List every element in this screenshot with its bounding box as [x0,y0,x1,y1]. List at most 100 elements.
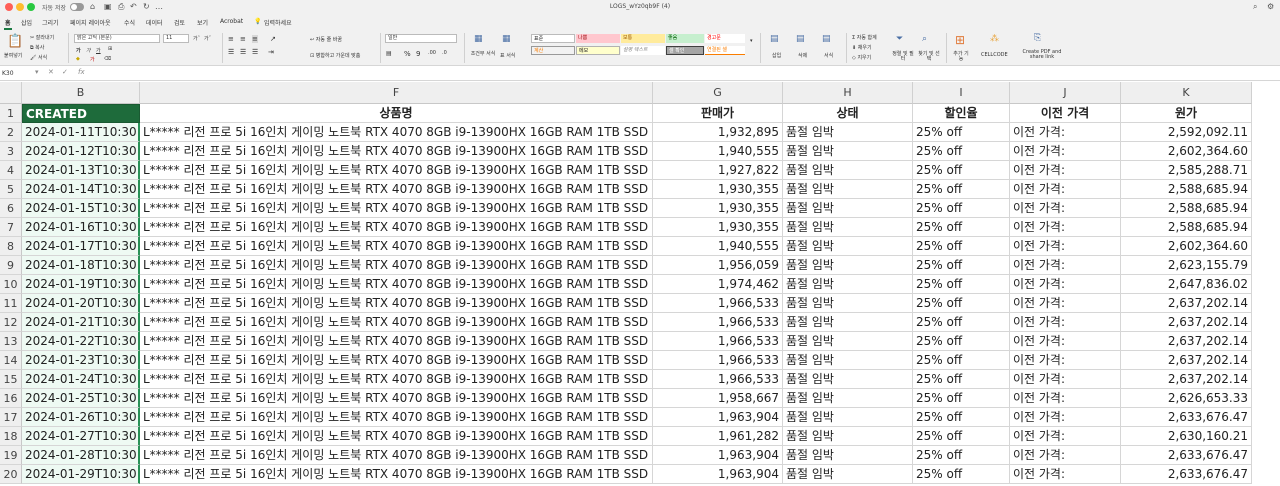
conditional-format-button[interactable]: 조건부 서식 [470,52,496,57]
cell-created[interactable]: 2024-01-21T10:30 [22,313,140,332]
header-cell-previous-price[interactable]: 이전 가격 [1010,104,1121,123]
row-header[interactable]: 12 [0,313,22,332]
header-cell-sale-price[interactable]: 판매가 [653,104,783,123]
cellcode-button[interactable]: CELLCODE [981,52,1008,58]
header-cell-created[interactable]: CREATED [22,104,140,123]
font-name-select[interactable]: 맑은 고딕 (본문) [74,34,160,43]
cell-discount-rate[interactable]: 25% off [913,446,1010,465]
cell-previous-price[interactable]: 이전 가격: [1010,427,1121,446]
cell-status[interactable]: 품절 임박 [783,294,913,313]
font-grow-icon[interactable]: 가ˆ [193,35,200,42]
format-cells-button[interactable]: 서식 [824,52,833,59]
increase-decimal-icon[interactable]: .00 [428,50,436,56]
create-pdf-button[interactable]: Create PDF and share link [1020,50,1064,60]
cell-product-name[interactable]: L***** 리전 프로 5i 16인치 게이밍 노트북 RTX 4070 8G… [140,427,653,446]
cell-previous-price[interactable]: 이전 가격: [1010,465,1121,484]
cut-button[interactable]: ✂ 잘라내기 [30,34,54,41]
cell-created[interactable]: 2024-01-22T10:30 [22,332,140,351]
namebox-dropdown-icon[interactable]: ▾ [35,68,39,76]
column-header-b[interactable]: B [22,82,140,104]
addins-icon[interactable]: ⊞ [955,33,965,47]
cell-created[interactable]: 2024-01-14T10:30 [22,180,140,199]
cell-discount-rate[interactable]: 25% off [913,465,1010,484]
cell-previous-price[interactable]: 이전 가격: [1010,408,1121,427]
cell-previous-price[interactable]: 이전 가격: [1010,446,1121,465]
cell-created[interactable]: 2024-01-26T10:30 [22,408,140,427]
cell-sale-price[interactable]: 1,930,355 [653,199,783,218]
cell-discount-rate[interactable]: 25% off [913,332,1010,351]
cell-cost-price[interactable]: 2,588,685.94 [1121,218,1252,237]
text-orientation-icon[interactable]: ↗ [270,35,276,43]
style-good[interactable]: 좋음 [666,34,704,43]
search-icon[interactable]: ⌕ [1253,2,1257,12]
cell-sale-price[interactable]: 1,930,355 [653,218,783,237]
format-table-icon[interactable]: ▦ [502,34,511,44]
cell-product-name[interactable]: L***** 리전 프로 5i 16인치 게이밍 노트북 RTX 4070 8G… [140,389,653,408]
column-header-g[interactable]: G [653,82,783,104]
cell-created[interactable]: 2024-01-29T10:30 [22,465,140,484]
style-calculation[interactable]: 계산 [531,46,575,55]
cell-status[interactable]: 품절 임박 [783,275,913,294]
cell-sale-price[interactable]: 1,932,895 [653,123,783,142]
cell-sale-price[interactable]: 1,940,555 [653,237,783,256]
header-cell-cost-price[interactable]: 원가 [1121,104,1252,123]
cell-discount-rate[interactable]: 25% off [913,294,1010,313]
align-top-icon[interactable]: ≡ [228,35,234,43]
cell-product-name[interactable]: L***** 리전 프로 5i 16인치 게이밍 노트북 RTX 4070 8G… [140,237,653,256]
cell-created[interactable]: 2024-01-23T10:30 [22,351,140,370]
cell-created[interactable]: 2024-01-19T10:30 [22,275,140,294]
select-all-corner[interactable] [0,82,22,104]
cell-product-name[interactable]: L***** 리전 프로 5i 16인치 게이밍 노트북 RTX 4070 8G… [140,313,653,332]
cell-status[interactable]: 품절 임박 [783,180,913,199]
style-neutral[interactable]: 보통 [621,34,665,43]
delete-cells-icon[interactable]: ▤ [796,34,805,44]
row-header[interactable]: 17 [0,408,22,427]
row-header[interactable]: 19 [0,446,22,465]
addins-button[interactable]: 추가 기능 [953,52,969,62]
conditional-format-icon[interactable]: ▦ [474,34,483,44]
merge-center-button[interactable]: ⊡ 병합하고 가운데 맞춤 [310,52,360,59]
cell-created[interactable]: 2024-01-13T10:30 [22,161,140,180]
header-cell-discount-rate[interactable]: 할인율 [913,104,1010,123]
cell-cost-price[interactable]: 2,592,092.11 [1121,123,1252,142]
row-header[interactable]: 5 [0,180,22,199]
cell-product-name[interactable]: L***** 리전 프로 5i 16인치 게이밍 노트북 RTX 4070 8G… [140,142,653,161]
percent-icon[interactable]: % [404,50,411,58]
fill-button[interactable]: ⬇ 채우기 [852,44,872,51]
format-table-button[interactable]: 표 서식 [500,52,515,59]
cellcode-icon[interactable]: ⁂ [990,34,999,44]
cell-product-name[interactable]: L***** 리전 프로 5i 16인치 게이밍 노트북 RTX 4070 8G… [140,351,653,370]
currency-icon[interactable]: ▤ [386,50,392,57]
cell-sale-price[interactable]: 1,958,667 [653,389,783,408]
cell-cost-price[interactable]: 2,633,676.47 [1121,446,1252,465]
row-header[interactable]: 10 [0,275,22,294]
cell-discount-rate[interactable]: 25% off [913,237,1010,256]
cell-previous-price[interactable]: 이전 가격: [1010,294,1121,313]
cell-discount-rate[interactable]: 25% off [913,199,1010,218]
row-header[interactable]: 13 [0,332,22,351]
cell-product-name[interactable]: L***** 리전 프로 5i 16인치 게이밍 노트북 RTX 4070 8G… [140,256,653,275]
row-header[interactable]: 14 [0,351,22,370]
cell-sale-price[interactable]: 1,963,904 [653,465,783,484]
cell-product-name[interactable]: L***** 리전 프로 5i 16인치 게이밍 노트북 RTX 4070 8G… [140,332,653,351]
insert-cells-icon[interactable]: ▤ [770,34,779,44]
row-header[interactable]: 8 [0,237,22,256]
style-note[interactable]: 메모 [576,46,620,55]
paste-icon[interactable]: 📋 [7,34,23,49]
tab-page-layout[interactable]: 페이지 레이아웃 [70,18,111,27]
row-header[interactable]: 4 [0,161,22,180]
cell-discount-rate[interactable]: 25% off [913,275,1010,294]
cell-previous-price[interactable]: 이전 가격: [1010,123,1121,142]
wrap-text-button[interactable]: ↩ 자동 줄 바꿈 [310,36,342,43]
cell-status[interactable]: 품절 임박 [783,351,913,370]
cell-created[interactable]: 2024-01-16T10:30 [22,218,140,237]
clear-button[interactable]: ◇ 지우기 [852,54,871,61]
cell-status[interactable]: 품절 임박 [783,142,913,161]
cell-created[interactable]: 2024-01-11T10:30 [22,123,140,142]
cell-sale-price[interactable]: 1,966,533 [653,332,783,351]
styles-expand-icon[interactable]: ▾ [750,38,753,44]
style-explanatory[interactable]: 설명 텍스트 [621,46,665,55]
cell-product-name[interactable]: L***** 리전 프로 5i 16인치 게이밍 노트북 RTX 4070 8G… [140,161,653,180]
cell-cost-price[interactable]: 2,647,836.02 [1121,275,1252,294]
align-middle-icon[interactable]: ≡ [240,35,246,43]
